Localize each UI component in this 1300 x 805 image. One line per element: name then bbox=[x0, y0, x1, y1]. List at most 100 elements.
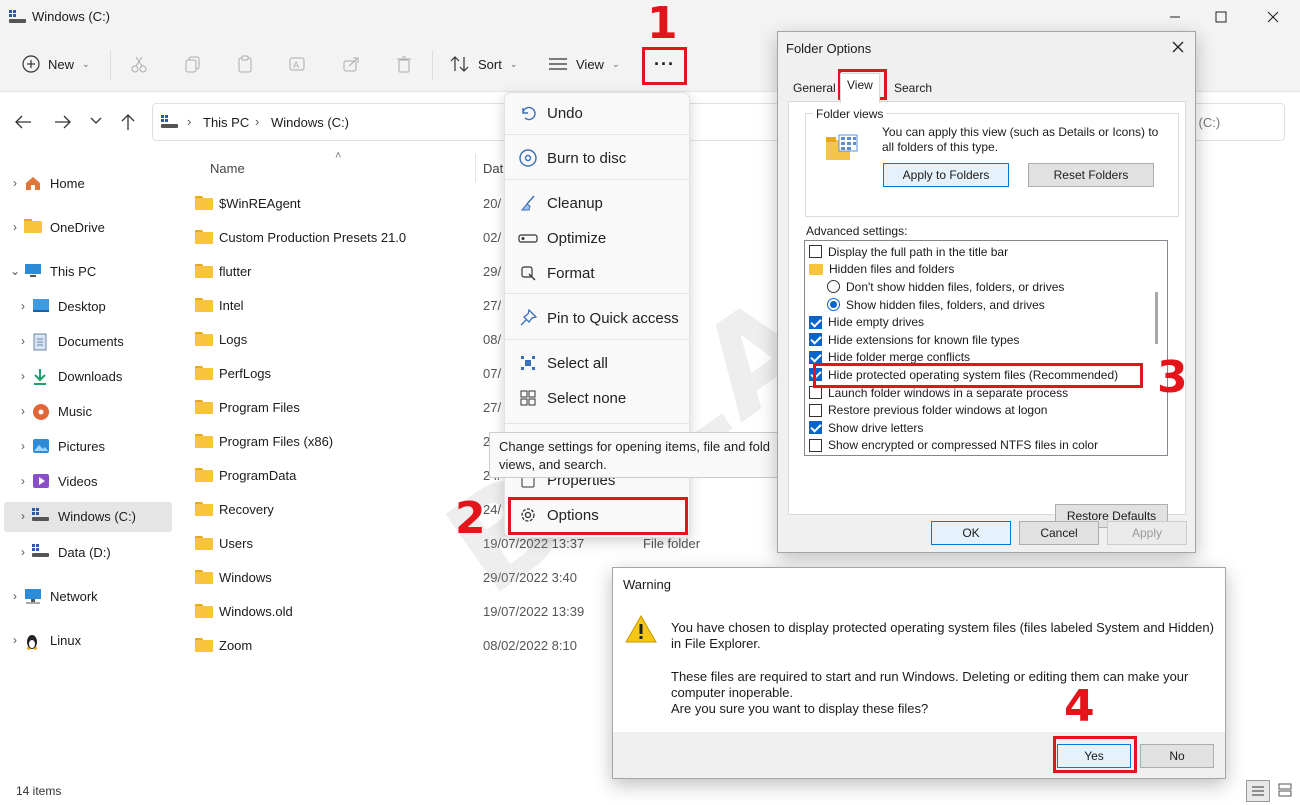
ok-button[interactable]: OK bbox=[931, 521, 1011, 545]
advanced-setting-radio[interactable]: Show hidden files, folders, and drives bbox=[827, 296, 1045, 314]
column-name[interactable]: Name bbox=[210, 161, 245, 176]
nav-item-videos[interactable]: › Videos bbox=[14, 466, 98, 496]
checkbox-checked[interactable] bbox=[809, 315, 822, 329]
nav-item-pictures[interactable]: › Pictures bbox=[14, 431, 105, 461]
advanced-settings-list[interactable]: Display the full path in the title bar Hi… bbox=[804, 240, 1168, 456]
dialog-close-icon[interactable] bbox=[1171, 40, 1185, 54]
delete-button[interactable] bbox=[395, 36, 413, 92]
nav-item-network[interactable]: › Network bbox=[6, 581, 98, 611]
chevron-right-icon[interactable]: › bbox=[14, 369, 32, 383]
folder-views-icon bbox=[825, 134, 859, 164]
nav-item-onedrive[interactable]: › OneDrive bbox=[6, 212, 105, 242]
menu-item-select-all[interactable]: Select all bbox=[505, 346, 691, 380]
chevron-right-icon[interactable]: › bbox=[14, 334, 32, 348]
warning-message-line-5: Are you sure you want to display these f… bbox=[671, 701, 929, 716]
nav-item-label: Home bbox=[50, 175, 85, 191]
chevron-right-icon[interactable]: › bbox=[14, 439, 32, 453]
recent-chevron-icon[interactable] bbox=[90, 116, 102, 126]
back-arrow-icon[interactable] bbox=[14, 114, 32, 130]
maximize-button[interactable] bbox=[1198, 0, 1244, 34]
nav-item-desktop[interactable]: › Desktop bbox=[14, 291, 106, 321]
breadcrumb-this-pc[interactable]: This PC bbox=[203, 115, 249, 130]
chevron-right-icon[interactable]: › bbox=[6, 220, 24, 234]
chevron-right-icon[interactable]: › bbox=[14, 474, 32, 488]
scissors-icon bbox=[130, 55, 148, 73]
chevron-right-icon[interactable]: › bbox=[6, 633, 24, 647]
format-icon bbox=[517, 263, 539, 283]
menu-item-burn-to-disc[interactable]: Burn to disc bbox=[505, 141, 691, 175]
radio-selected[interactable] bbox=[827, 298, 840, 312]
copy-button[interactable] bbox=[184, 36, 202, 92]
nav-item-home[interactable]: › Home bbox=[6, 168, 85, 198]
menu-item-optimize[interactable]: Optimize bbox=[505, 221, 691, 255]
nav-item-this-pc[interactable]: ⌄ This PC bbox=[6, 256, 96, 286]
advanced-setting-checkbox[interactable]: Show encrypted or compressed NTFS files … bbox=[809, 437, 1098, 455]
menu-item-undo[interactable]: Undo bbox=[505, 96, 691, 130]
advanced-setting-checkbox[interactable]: Display the full path in the title bar bbox=[809, 243, 1008, 261]
tiles-view-toggle[interactable] bbox=[1274, 780, 1298, 802]
checkbox-unchecked[interactable] bbox=[809, 438, 822, 452]
advanced-setting-folder[interactable]: Hidden files and folders bbox=[809, 261, 954, 279]
item-count: 14 items bbox=[16, 784, 62, 798]
nav-item-documents[interactable]: › Documents bbox=[14, 326, 124, 356]
chevron-down-icon: ⌄ bbox=[509, 58, 518, 69]
rename-button[interactable]: A bbox=[288, 36, 306, 92]
nav-item-windows-c[interactable]: › Windows (C:) bbox=[14, 501, 136, 531]
checkbox-checked[interactable] bbox=[809, 350, 822, 364]
paste-button[interactable] bbox=[236, 36, 254, 92]
home-icon bbox=[24, 175, 44, 191]
folder-icon bbox=[195, 638, 213, 652]
menu-item-cleanup[interactable]: Cleanup bbox=[505, 186, 691, 220]
checkbox-unchecked[interactable] bbox=[809, 245, 822, 259]
no-button[interactable]: No bbox=[1140, 744, 1214, 768]
share-button[interactable] bbox=[342, 36, 360, 92]
apply-to-folders-button[interactable]: Apply to Folders bbox=[883, 163, 1009, 187]
checkbox-unchecked[interactable] bbox=[809, 403, 822, 417]
advanced-setting-checkbox[interactable]: Show drive letters bbox=[809, 419, 923, 437]
tab-search[interactable]: Search bbox=[888, 77, 938, 101]
nav-item-data-d[interactable]: › Data (D:) bbox=[14, 537, 111, 567]
menu-item-select-none[interactable]: Select none bbox=[505, 381, 691, 415]
tab-view[interactable]: View bbox=[840, 73, 880, 103]
checkbox-checked[interactable] bbox=[809, 333, 822, 347]
checkbox-unchecked[interactable] bbox=[809, 386, 822, 400]
details-view-toggle[interactable] bbox=[1246, 780, 1270, 802]
cut-button[interactable] bbox=[130, 36, 148, 92]
apply-button[interactable]: Apply bbox=[1107, 521, 1187, 545]
reset-folders-button[interactable]: Reset Folders bbox=[1028, 163, 1154, 187]
advanced-setting-checkbox[interactable]: Hide extensions for known file types bbox=[809, 331, 1019, 349]
up-arrow-icon[interactable] bbox=[120, 113, 136, 131]
list-scrollbar-thumb[interactable] bbox=[1155, 292, 1158, 344]
advanced-setting-checkbox[interactable]: Restore previous folder windows at logon bbox=[809, 401, 1047, 419]
view-button[interactable]: View ⌄ bbox=[548, 36, 620, 92]
nav-item-linux[interactable]: › Linux bbox=[6, 625, 81, 655]
nav-item-music[interactable]: › Music bbox=[14, 396, 92, 426]
chevron-down-icon[interactable]: ⌄ bbox=[6, 264, 24, 278]
file-name: flutter bbox=[219, 263, 252, 279]
column-date[interactable]: Dat bbox=[483, 161, 503, 176]
breadcrumb-current[interactable]: Windows (C:) bbox=[271, 115, 349, 130]
chevron-right-icon[interactable]: › bbox=[14, 509, 32, 523]
file-name: Program Files bbox=[219, 399, 300, 415]
new-button[interactable]: New ⌄ bbox=[22, 36, 90, 92]
checkbox-checked[interactable] bbox=[809, 421, 822, 435]
menu-item-pin-to-quick-access[interactable]: Pin to Quick access bbox=[505, 301, 691, 335]
chevron-right-icon[interactable]: › bbox=[14, 545, 32, 559]
nav-item-downloads[interactable]: › Downloads bbox=[14, 361, 122, 391]
advanced-setting-radio[interactable]: Don't show hidden files, folders, or dri… bbox=[827, 278, 1064, 296]
menu-item-format[interactable]: Format bbox=[505, 256, 691, 290]
close-window-button[interactable] bbox=[1250, 0, 1296, 34]
chevron-right-icon[interactable]: › bbox=[14, 404, 32, 418]
minimize-button[interactable] bbox=[1152, 0, 1198, 34]
advanced-setting-checkbox[interactable]: Hide empty drives bbox=[809, 313, 924, 331]
sort-button[interactable]: Sort ⌄ bbox=[450, 36, 517, 92]
cancel-button[interactable]: Cancel bbox=[1019, 521, 1099, 545]
chevron-right-icon[interactable]: › bbox=[6, 176, 24, 190]
videos-icon bbox=[32, 473, 52, 489]
status-bar: 14 items bbox=[0, 780, 1300, 805]
forward-arrow-icon[interactable] bbox=[54, 114, 72, 130]
chevron-right-icon[interactable]: › bbox=[6, 589, 24, 603]
tab-general[interactable]: General bbox=[787, 77, 842, 101]
radio-unselected[interactable] bbox=[827, 280, 840, 294]
chevron-right-icon[interactable]: › bbox=[14, 299, 32, 313]
